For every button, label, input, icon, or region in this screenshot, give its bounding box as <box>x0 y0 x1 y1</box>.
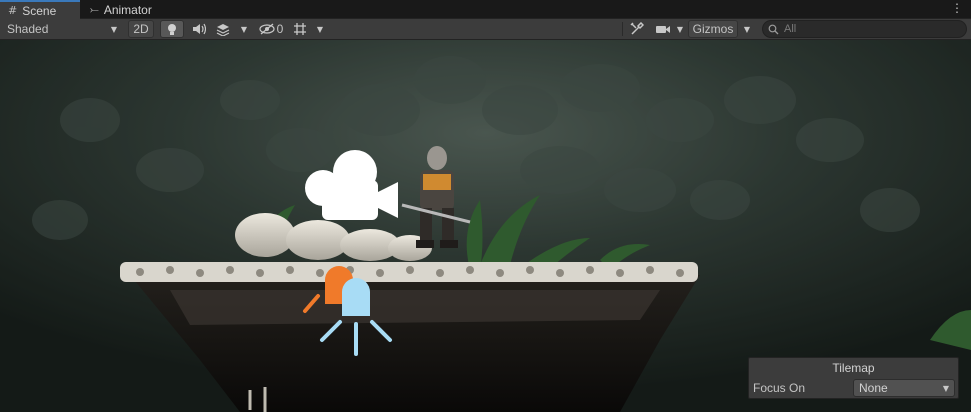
chevron-down-icon: ▼ <box>110 24 117 34</box>
tab-animator[interactable]: ⤚ Animator <box>82 0 168 19</box>
chevron-down-icon: ▼ <box>240 24 248 34</box>
camera-dropdown[interactable]: ▼ <box>674 20 686 38</box>
grid-snap-toggle[interactable] <box>290 20 310 38</box>
focus-on-label: Focus On <box>753 381 806 395</box>
focus-on-value: None <box>859 381 888 395</box>
effects-toggle[interactable] <box>212 20 234 38</box>
camera-settings-button[interactable] <box>652 20 674 38</box>
2d-mode-toggle[interactable]: 2D <box>128 20 154 38</box>
tab-animator-label: Animator <box>103 2 152 17</box>
unity-scene-window: # Scene ⤚ Animator ⋮ Shaded ▼ 2D ▼ 0 ▼ ▼… <box>0 0 971 412</box>
chevron-down-icon: ▼ <box>743 24 751 34</box>
draw-mode-dropdown[interactable]: Shaded ▼ <box>2 20 122 38</box>
chevron-down-icon: ▼ <box>316 24 324 34</box>
grid-snap-icon <box>294 23 306 35</box>
camera-icon <box>656 25 670 33</box>
audio-toggle[interactable] <box>188 20 210 38</box>
draw-mode-label: Shaded <box>7 22 49 36</box>
tools-button[interactable] <box>626 20 648 38</box>
lightbulb-icon <box>168 23 176 35</box>
grid-icon: # <box>8 4 18 17</box>
hidden-count: 0 <box>276 22 284 36</box>
lighting-toggle[interactable] <box>160 20 184 38</box>
gizmos-label: Gizmos <box>692 22 734 36</box>
animator-icon: ⤚ <box>90 2 99 16</box>
toolbar-separator <box>622 22 623 36</box>
tab-scene-label: Scene <box>22 3 57 18</box>
tools-icon <box>630 22 644 35</box>
kebab-menu-icon[interactable]: ⋮ <box>951 1 963 15</box>
gizmos-toggle[interactable]: Gizmos <box>688 20 738 38</box>
effects-layers-icon <box>216 23 230 36</box>
chevron-down-icon: ▼ <box>942 383 949 393</box>
search-placeholder: All <box>784 23 797 35</box>
focus-on-dropdown[interactable]: None ▼ <box>853 379 955 397</box>
grid-dropdown[interactable]: ▼ <box>312 20 328 38</box>
eye-slash-icon <box>259 23 275 35</box>
search-input[interactable]: All <box>762 20 967 38</box>
gizmos-dropdown[interactable]: ▼ <box>739 20 755 38</box>
chevron-down-icon: ▼ <box>676 24 684 34</box>
tilemap-title: Tilemap <box>832 361 875 375</box>
tab-bar: # Scene ⤚ Animator ⋮ <box>0 0 971 19</box>
effects-dropdown[interactable]: ▼ <box>236 20 252 38</box>
2d-mode-label: 2D <box>133 22 149 36</box>
search-icon <box>768 24 779 34</box>
hidden-objects-toggle[interactable]: 0 <box>256 20 286 38</box>
cave-rim <box>170 290 660 325</box>
scene-toolbar: Shaded ▼ 2D ▼ 0 ▼ ▼ Gizmos ▼ All <box>0 19 971 40</box>
tab-scene[interactable]: # Scene <box>0 0 80 19</box>
tilemap-overlay-panel: Tilemap Focus On None ▼ <box>748 357 959 399</box>
speaker-icon <box>193 23 206 35</box>
